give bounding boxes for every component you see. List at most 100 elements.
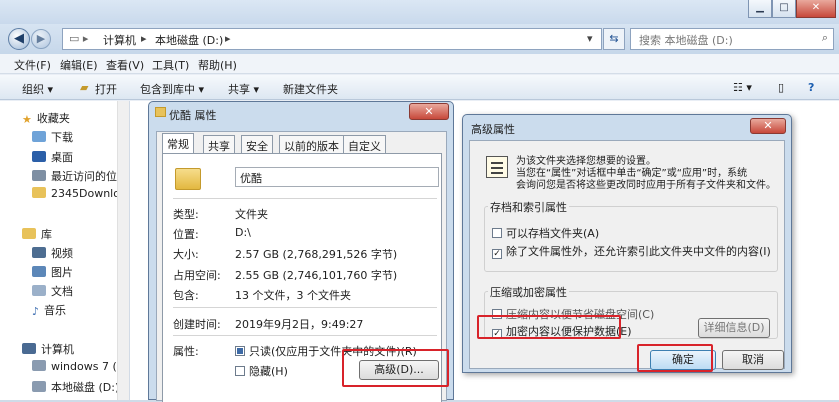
nav-desktop[interactable]: 桌面: [32, 149, 73, 165]
hidden-checkbox[interactable]: 隐藏(H): [235, 363, 288, 379]
title-bar: ▁ □ ✕: [0, 0, 839, 24]
type-label: 类型:: [173, 208, 199, 221]
picture-icon: [32, 266, 46, 277]
nav-recent[interactable]: 最近访问的位置: [32, 168, 128, 184]
help-icon[interactable]: ?: [808, 81, 814, 94]
nav-videos[interactable]: 视频: [32, 245, 73, 261]
nav-label: 收藏夹: [36, 112, 70, 125]
close-button[interactable]: ✕: [409, 103, 449, 120]
nav-label: 图片: [51, 266, 73, 279]
dialog-title: 优酷 属性: [169, 109, 217, 122]
nav-computer[interactable]: 计算机: [22, 341, 74, 357]
nav-pictures[interactable]: 图片: [32, 264, 73, 280]
location-label: 位置:: [173, 228, 199, 241]
checkbox[interactable]: [492, 228, 502, 238]
include-in-library-button[interactable]: 包含到库中 ▾: [140, 81, 204, 97]
nav-favorites[interactable]: ★ 收藏夹: [22, 110, 70, 126]
address-bar[interactable]: ▭ ▸ 计算机 ▸ 本地磁盘 (D:) ▸ ▾: [62, 28, 602, 50]
nav-libraries[interactable]: 库: [22, 226, 52, 242]
new-folder-button[interactable]: 新建文件夹: [283, 81, 338, 97]
highlight-box: [477, 315, 621, 339]
tab-security[interactable]: 安全: [241, 135, 273, 153]
nav-documents[interactable]: 文档: [32, 283, 73, 299]
document-icon: [32, 285, 46, 296]
close-button[interactable]: ✕: [796, 0, 836, 18]
nav-d-drive[interactable]: 本地磁盘 (D:): [32, 379, 119, 395]
group-label: 压缩或加密属性: [488, 284, 569, 300]
nav-label: 视频: [51, 247, 73, 260]
forward-button[interactable]: ▶: [31, 29, 51, 49]
menu-bar: 文件(F) 编辑(E) 查看(V) 工具(T) 帮助(H): [0, 54, 839, 74]
nav-label: 音乐: [44, 304, 67, 317]
location-value: D:\: [235, 226, 251, 239]
created-value: 2019年9月2日，9:49:27: [235, 318, 364, 331]
search-placeholder: 搜索 本地磁盘 (D:): [639, 34, 733, 47]
archive-label: 可以存档文件夹(A): [506, 227, 600, 240]
chevron-right-icon[interactable]: ▸: [141, 32, 147, 45]
attributes-label: 属性:: [173, 345, 199, 358]
nav-c-drive[interactable]: windows 7 (C:: [32, 360, 128, 373]
cancel-button[interactable]: 取消: [722, 350, 784, 370]
checkbox-indeterminate[interactable]: [235, 346, 245, 356]
folder-icon: [175, 168, 201, 190]
created-label: 创建时间:: [173, 318, 221, 331]
organize-button[interactable]: 组织 ▾: [22, 81, 53, 97]
preview-pane-icon[interactable]: ▯: [778, 81, 784, 94]
folder-name-field[interactable]: 优酷: [235, 167, 439, 187]
recent-places-icon: [32, 170, 46, 181]
close-button[interactable]: ✕: [750, 118, 786, 134]
details-button[interactable]: 详细信息(D): [698, 318, 770, 338]
search-input[interactable]: 搜索 本地磁盘 (D:) ⌕: [630, 28, 834, 50]
size-value: 2.57 GB (2,768,291,526 字节): [235, 248, 398, 261]
view-options-icon[interactable]: ☷ ▾: [733, 81, 752, 94]
folder-icon: [155, 107, 166, 117]
share-button[interactable]: 共享 ▾: [228, 81, 259, 97]
refresh-button[interactable]: ⇆: [603, 28, 625, 50]
menu-file[interactable]: 文件(F): [14, 57, 51, 73]
nav-downloads[interactable]: 下载: [32, 129, 73, 145]
nav-label: 本地磁盘 (D:): [51, 381, 120, 394]
maximize-button[interactable]: □: [772, 0, 796, 18]
checkbox[interactable]: [235, 366, 245, 376]
tab-sharing[interactable]: 共享: [203, 135, 235, 153]
tab-customize[interactable]: 自定义: [343, 135, 386, 153]
navigation-scrollbar[interactable]: [117, 101, 129, 400]
nav-label: 下载: [51, 131, 73, 144]
menu-view[interactable]: 查看(V): [106, 57, 144, 73]
advanced-attributes-dialog: 高级属性 ✕ 为该文件夹选择您想要的设置。 当您在“属性”对话框中单击“确定”或…: [462, 114, 792, 373]
divider: [173, 198, 437, 199]
computer-icon: ▭ ▸: [69, 32, 89, 45]
menu-edit[interactable]: 编辑(E): [60, 57, 98, 73]
menu-help[interactable]: 帮助(H): [198, 57, 237, 73]
size-label: 大小:: [173, 248, 199, 261]
divider: [173, 335, 437, 336]
nav-label: 文档: [51, 285, 73, 298]
drive-icon: [32, 360, 46, 371]
checkbox-checked[interactable]: ✓: [492, 249, 502, 259]
minimize-button[interactable]: ▁: [748, 0, 772, 18]
nav-2345downloads[interactable]: 2345Downloa: [32, 187, 127, 200]
nav-label: 计算机: [41, 343, 74, 356]
tab-previous-versions[interactable]: 以前的版本: [279, 135, 344, 153]
archive-checkbox[interactable]: 可以存档文件夹(A): [492, 225, 599, 241]
contains-label: 包含:: [173, 289, 199, 302]
chevron-right-icon[interactable]: ▸: [225, 32, 231, 45]
menu-tools[interactable]: 工具(T): [152, 57, 189, 73]
breadcrumb-computer[interactable]: 计算机: [103, 32, 136, 48]
nav-music[interactable]: ♪ 音乐: [32, 302, 66, 318]
chevron-down-icon[interactable]: ▾: [587, 32, 593, 45]
index-label: 除了文件属性外，还允许索引此文件夹中文件的内容(I): [506, 245, 771, 258]
open-button[interactable]: 打开: [95, 81, 117, 97]
highlight-box: [637, 344, 713, 372]
computer-icon: [22, 343, 36, 354]
search-icon: ⌕: [821, 31, 828, 44]
highlight-box: [342, 349, 449, 387]
index-checkbox[interactable]: ✓ 除了文件属性外，还允许索引此文件夹中文件的内容(I): [492, 243, 771, 259]
hidden-label: 隐藏(H): [249, 365, 288, 378]
library-icon: [22, 228, 36, 239]
tab-general[interactable]: 常规: [162, 133, 194, 154]
breadcrumb-d-drive[interactable]: 本地磁盘 (D:): [155, 32, 223, 48]
music-icon: ♪: [32, 305, 40, 318]
contains-value: 13 个文件，3 个文件夹: [235, 289, 351, 302]
back-button[interactable]: ◀: [8, 28, 30, 50]
